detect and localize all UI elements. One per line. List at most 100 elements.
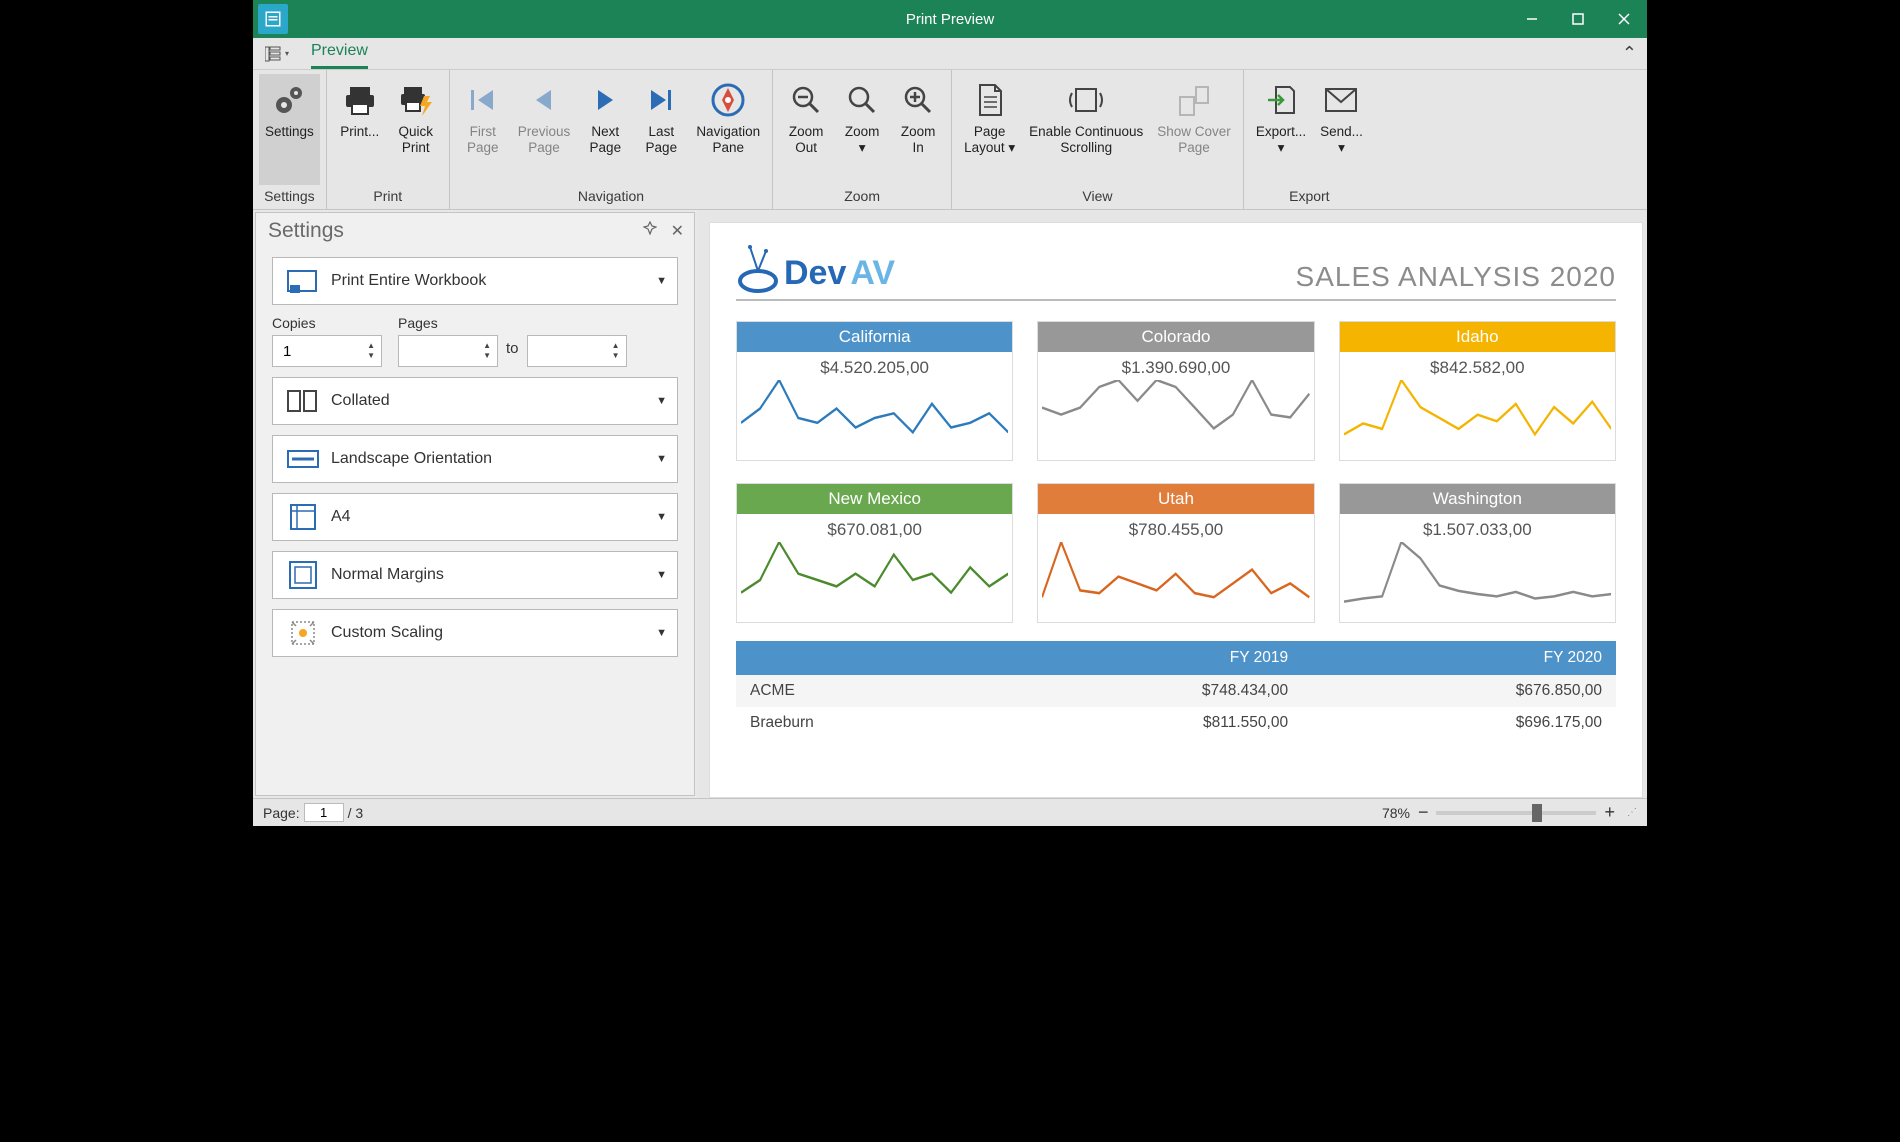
- card-header: Colorado: [1038, 322, 1313, 352]
- document-header: DevAV SALES ANALYSIS 2020: [736, 243, 1616, 301]
- table-header-cell: FY 2019: [988, 641, 1302, 675]
- export-button[interactable]: Export... ▾: [1250, 74, 1312, 185]
- pages-to-stepper[interactable]: ▲▼: [527, 335, 627, 367]
- send-button[interactable]: Send... ▾: [1314, 74, 1369, 185]
- state-card: Utah $780.455,00: [1037, 483, 1314, 623]
- collation-dropdown[interactable]: Collated ▼: [272, 377, 678, 425]
- page-layout-button[interactable]: Page Layout ▾: [958, 74, 1021, 185]
- first-page-icon: [468, 78, 498, 122]
- collated-icon: [283, 383, 323, 419]
- ribbon-group-label: Navigation: [456, 185, 766, 209]
- ribbon-group-label: Print: [333, 185, 443, 209]
- paper-size-dropdown[interactable]: A4 ▼: [272, 493, 678, 541]
- table-row: Braeburn $811.550,00 $696.175,00: [736, 707, 1616, 739]
- print-button[interactable]: Print...: [333, 74, 387, 185]
- zoom-in-button[interactable]: Zoom In: [891, 74, 945, 185]
- workspace: Settings ✕ Print Entire Workbook ▼ Copie…: [253, 210, 1647, 798]
- last-page-icon: [646, 78, 676, 122]
- last-page-button[interactable]: Last Page: [634, 74, 688, 185]
- chevron-down-icon: ▼: [656, 569, 667, 581]
- pages-from-input[interactable]: [409, 343, 469, 360]
- ribbon-group-print: Print... Quick Print Print: [327, 70, 450, 209]
- copies-input[interactable]: [283, 343, 343, 360]
- app-icon: [258, 4, 288, 34]
- paper-size-value: A4: [331, 508, 351, 526]
- card-sparkline: [737, 380, 1012, 460]
- cover-page-button[interactable]: Show Cover Page: [1151, 74, 1237, 185]
- margins-icon: [283, 557, 323, 593]
- zoom-in-icon: [902, 78, 934, 122]
- orientation-dropdown[interactable]: Landscape Orientation ▼: [272, 435, 678, 483]
- ribbon-group-label: View: [958, 185, 1237, 209]
- maximize-button[interactable]: [1555, 0, 1601, 38]
- close-panel-icon[interactable]: ✕: [671, 221, 684, 241]
- resize-grip-icon: ⋰: [1627, 807, 1637, 818]
- zoom-slider-thumb[interactable]: [1532, 804, 1542, 822]
- ribbon-group-settings: Settings Settings: [253, 70, 327, 209]
- card-header: Idaho: [1340, 322, 1615, 352]
- zoom-value: 78%: [1382, 805, 1410, 821]
- card-value: $1.507.033,00: [1340, 514, 1615, 542]
- state-card: Colorado $1.390.690,00: [1037, 321, 1314, 461]
- card-value: $4.520.205,00: [737, 352, 1012, 380]
- pin-icon[interactable]: [643, 221, 657, 241]
- first-page-button[interactable]: First Page: [456, 74, 510, 185]
- state-card: Idaho $842.582,00: [1339, 321, 1616, 461]
- tab-preview[interactable]: Preview: [311, 38, 368, 69]
- margins-dropdown[interactable]: Normal Margins ▼: [272, 551, 678, 599]
- copies-label: Copies: [272, 315, 382, 331]
- page-number-input[interactable]: [304, 803, 344, 822]
- zoom-slider[interactable]: [1436, 811, 1596, 815]
- cards-grid: California $4.520.205,00 Colorado $1.390…: [736, 321, 1616, 623]
- quick-access-menu-icon[interactable]: ▾: [263, 46, 291, 62]
- previous-page-button[interactable]: Previous Page: [512, 74, 577, 185]
- pages-to-input[interactable]: [538, 343, 598, 360]
- card-sparkline: [1038, 380, 1313, 460]
- scaling-icon: [283, 615, 323, 651]
- chevron-down-icon: ▼: [656, 511, 667, 523]
- navigation-pane-button[interactable]: Navigation Pane: [690, 74, 766, 185]
- minimize-button[interactable]: [1509, 0, 1555, 38]
- zoom-decrease-button[interactable]: −: [1418, 802, 1429, 823]
- close-button[interactable]: [1601, 0, 1647, 38]
- pages-from-stepper[interactable]: ▲▼: [398, 335, 498, 367]
- card-header: New Mexico: [737, 484, 1012, 514]
- collation-value: Collated: [331, 392, 390, 410]
- ribbon-group-export: Export... ▾ Send... ▾ Export: [1244, 70, 1375, 209]
- ribbon-group-view: Page Layout ▾ Enable Continuous Scrollin…: [952, 70, 1244, 209]
- cell-fy2019: $811.550,00: [988, 707, 1302, 739]
- print-what-dropdown[interactable]: Print Entire Workbook ▼: [272, 257, 678, 305]
- export-icon: [1264, 78, 1298, 122]
- row-label: ACME: [736, 675, 988, 707]
- gears-icon: [270, 78, 308, 122]
- chevron-down-icon: ▼: [656, 453, 667, 465]
- report-title: SALES ANALYSIS 2020: [1296, 261, 1616, 293]
- paper-icon: [283, 499, 323, 535]
- ribbon-collapse-button[interactable]: ⌃: [1622, 43, 1637, 64]
- logo: DevAV: [736, 243, 895, 293]
- scaling-dropdown[interactable]: Custom Scaling ▼: [272, 609, 678, 657]
- preview-surface[interactable]: DevAV SALES ANALYSIS 2020 California $4.…: [697, 210, 1647, 798]
- quick-print-button[interactable]: Quick Print: [389, 74, 443, 185]
- zoom-out-button[interactable]: Zoom Out: [779, 74, 833, 185]
- margins-value: Normal Margins: [331, 566, 444, 584]
- settings-button[interactable]: Settings: [259, 74, 320, 185]
- workbook-icon: [283, 263, 323, 299]
- chevron-down-icon: ▼: [656, 395, 667, 407]
- zoom-out-icon: [790, 78, 822, 122]
- window-title: Print Preview: [906, 11, 994, 28]
- zoom-increase-button[interactable]: +: [1604, 802, 1615, 823]
- page-icon: [975, 78, 1005, 122]
- card-header: Washington: [1340, 484, 1615, 514]
- copies-stepper[interactable]: ▲▼: [272, 335, 382, 367]
- next-page-button[interactable]: Next Page: [578, 74, 632, 185]
- tab-strip: ▾ Preview ⌃: [253, 38, 1647, 70]
- scaling-value: Custom Scaling: [331, 624, 443, 642]
- page-label: Page:: [263, 805, 300, 821]
- app-root: Print Preview ▾ Preview ⌃ Settings Setti…: [253, 0, 1647, 826]
- zoom-button[interactable]: Zoom ▾: [835, 74, 889, 185]
- table-row: ACME $748.434,00 $676.850,00: [736, 675, 1616, 707]
- ribbon-group-label: Export: [1250, 185, 1369, 209]
- zoom-icon: [846, 78, 878, 122]
- continuous-scrolling-button[interactable]: Enable Continuous Scrolling: [1023, 74, 1149, 185]
